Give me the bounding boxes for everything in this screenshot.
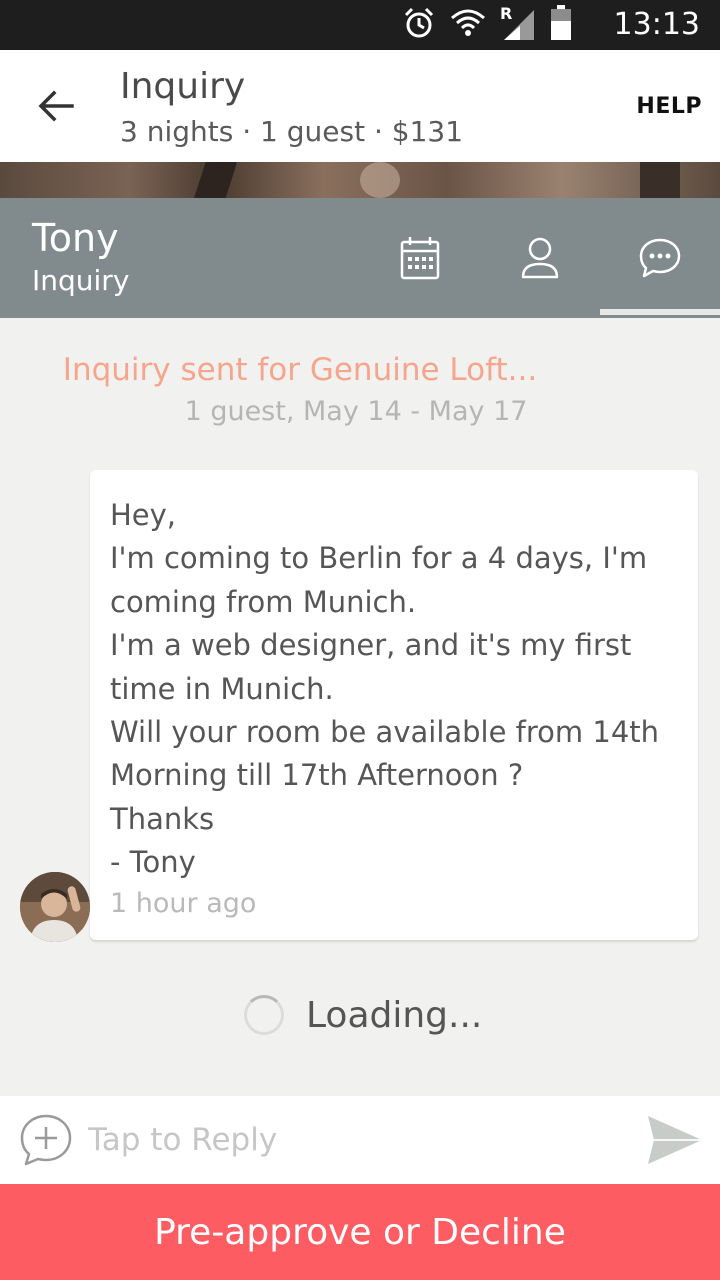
add-attachment-button[interactable] xyxy=(18,1112,74,1168)
send-button[interactable] xyxy=(644,1112,708,1168)
spinner-icon xyxy=(244,995,284,1035)
message-text: Hey, I'm coming to Berlin for a 4 days, … xyxy=(110,498,660,880)
help-button[interactable]: HELP xyxy=(636,94,702,119)
tab-profile[interactable] xyxy=(480,198,600,318)
wifi-icon xyxy=(450,6,486,44)
chat-icon xyxy=(639,238,681,278)
alarm-icon xyxy=(402,6,436,44)
pre-approve-or-decline-button[interactable]: Pre-approve or Decline xyxy=(0,1184,720,1280)
active-tab-indicator xyxy=(600,309,720,315)
profile-icon xyxy=(521,237,559,279)
add-circle-icon xyxy=(20,1114,72,1166)
guest-name: Tony xyxy=(32,216,119,260)
message-bubble: Hey, I'm coming to Berlin for a 4 days, … xyxy=(90,470,698,940)
inquiry-listing-link[interactable]: Inquiry sent for Genuine Loft... xyxy=(0,352,600,388)
inquiry-details: 1 guest, May 14 - May 17 xyxy=(184,396,528,427)
page-title: Inquiry xyxy=(120,66,246,107)
status-bar: R 13:13 xyxy=(0,0,720,50)
reply-bar xyxy=(0,1096,720,1184)
battery-icon xyxy=(550,5,572,45)
arrow-left-icon xyxy=(38,90,74,122)
back-button[interactable] xyxy=(26,80,86,132)
guest-header: Tony Inquiry xyxy=(0,198,720,318)
reservation-status: Inquiry xyxy=(32,264,130,297)
status-icons: R xyxy=(402,4,572,45)
avatar[interactable] xyxy=(20,872,90,942)
reply-input[interactable] xyxy=(88,1116,628,1164)
loading-indicator: Loading... xyxy=(244,990,482,1040)
tab-messages[interactable] xyxy=(600,198,720,318)
send-icon xyxy=(648,1116,702,1164)
message-timestamp: 1 hour ago xyxy=(110,888,257,919)
listing-photo-strip xyxy=(0,162,720,198)
loading-text: Loading... xyxy=(306,994,483,1036)
app-bar: Inquiry 3 nights · 1 guest · $131 HELP xyxy=(0,50,720,162)
status-clock: 13:13 xyxy=(613,7,700,42)
calendar-icon xyxy=(400,237,440,280)
trip-summary: 3 nights · 1 guest · $131 xyxy=(120,115,464,148)
tab-calendar[interactable] xyxy=(360,198,480,318)
signal-icon: R xyxy=(500,4,536,42)
